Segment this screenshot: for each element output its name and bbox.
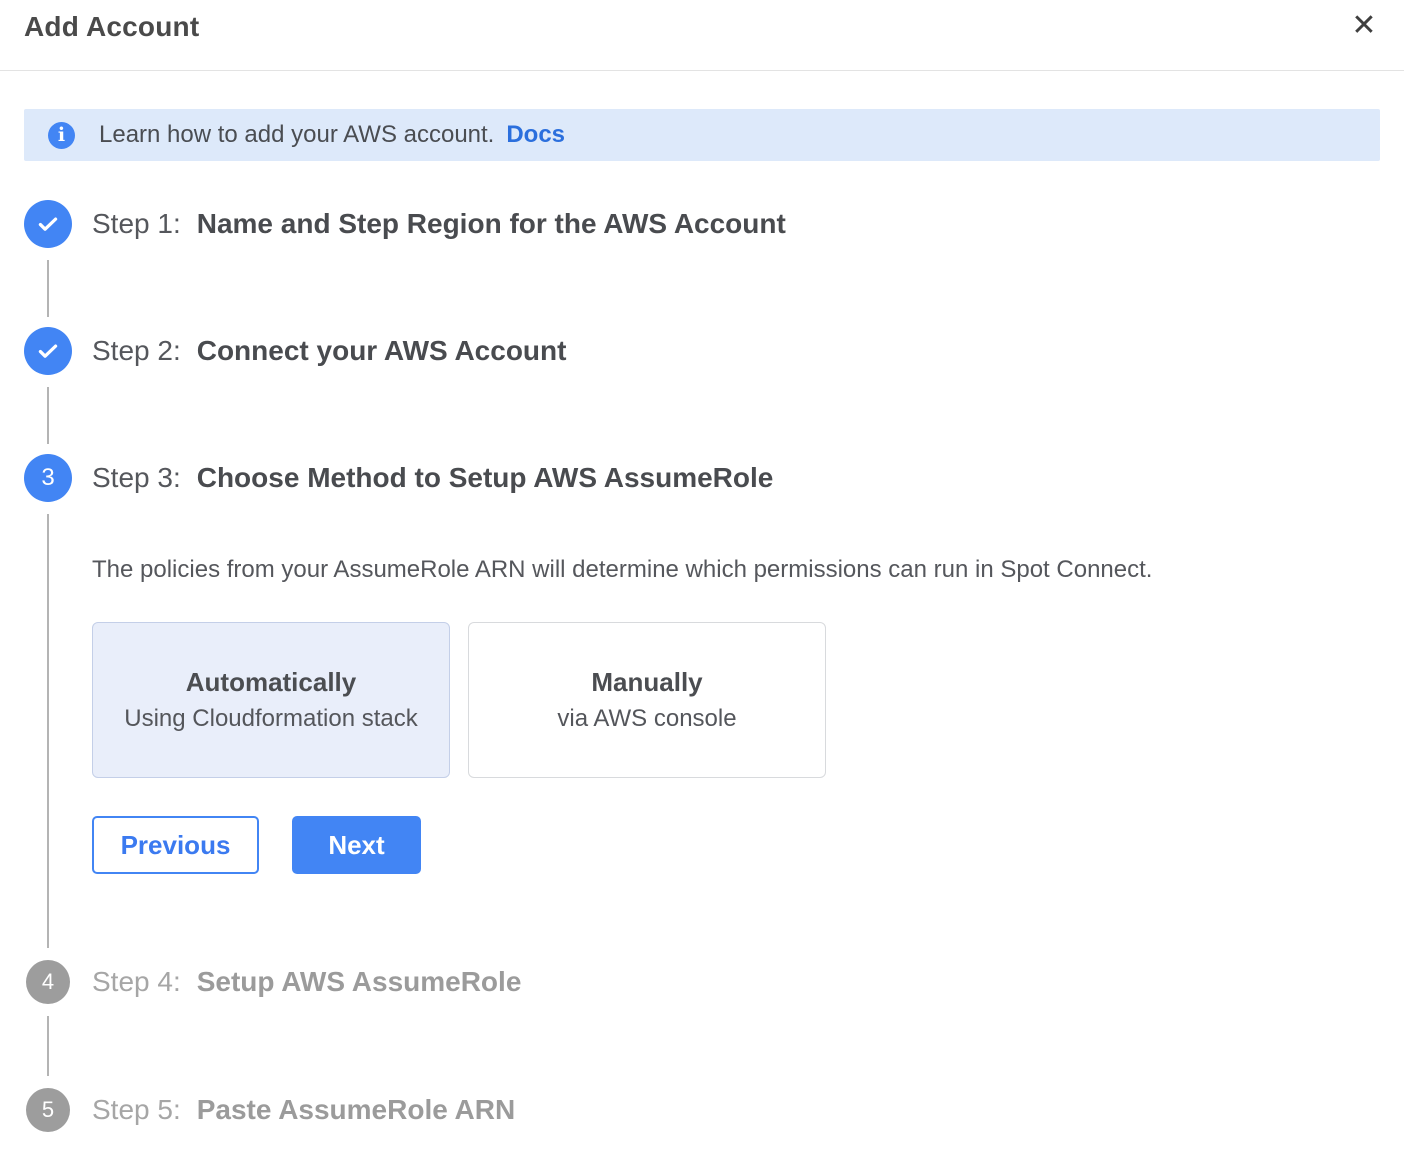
step-5-number-badge: 5	[26, 1088, 70, 1132]
banner-text: Learn how to add your AWS account.	[99, 121, 494, 149]
close-icon[interactable]: ✕	[1342, 4, 1386, 48]
step-2-rail	[24, 327, 72, 454]
step-2-title: Connect your AWS Account	[197, 335, 567, 366]
step-1-heading: Step 1: Name and Step Region for the AWS …	[92, 200, 1380, 248]
step-5-rail: 5	[24, 1086, 72, 1157]
step-5-heading: Step 5: Paste AssumeRole ARN	[92, 1086, 1380, 1134]
checkmark-icon	[35, 338, 61, 364]
step-2-heading: Step 2: Connect your AWS Account	[92, 327, 1380, 375]
page-title: Add Account	[24, 11, 199, 43]
stepper: Step 1: Name and Step Region for the AWS …	[0, 200, 1404, 1157]
step-4-label: Step 4:	[92, 966, 181, 997]
step-1-rail	[24, 200, 72, 327]
step-3-description: The policies from your AssumeRole ARN wi…	[92, 556, 1380, 584]
method-card-manually[interactable]: Manually via AWS console	[468, 622, 826, 778]
checkmark-icon	[35, 211, 61, 237]
step-2: Step 2: Connect your AWS Account	[24, 327, 1380, 454]
step-4-number-badge: 4	[26, 960, 70, 1004]
docs-link[interactable]: Docs	[506, 121, 565, 149]
previous-button[interactable]: Previous	[92, 816, 259, 874]
method-title: Manually	[591, 667, 702, 698]
step-4-heading: Step 4: Setup AWS AssumeRole	[92, 958, 1380, 1006]
step-connector	[47, 1016, 49, 1076]
method-cards: Automatically Using Cloudformation stack…	[92, 622, 1380, 778]
info-banner: i Learn how to add your AWS account. Doc…	[24, 109, 1380, 161]
step-2-label: Step 2:	[92, 335, 181, 366]
step-1: Step 1: Name and Step Region for the AWS …	[24, 200, 1380, 327]
step-3-heading: Step 3: Choose Method to Setup AWS Assume…	[92, 454, 1380, 502]
step-4-title: Setup AWS AssumeRole	[197, 966, 522, 997]
step-3: 3 Step 3: Choose Method to Setup AWS Assu…	[24, 454, 1380, 958]
modal-header: Add Account ✕	[0, 0, 1404, 71]
step-5-title: Paste AssumeRole ARN	[197, 1094, 515, 1125]
step-5-label: Step 5:	[92, 1094, 181, 1125]
step-3-rail: 3	[24, 454, 72, 958]
step-connector	[47, 514, 49, 948]
step-2-complete-icon	[24, 327, 72, 375]
add-account-modal: Add Account ✕ i Learn how to add your AW…	[0, 0, 1404, 1159]
step-3-title: Choose Method to Setup AWS AssumeRole	[197, 462, 774, 493]
step-connector	[47, 260, 49, 317]
step-1-label: Step 1:	[92, 208, 181, 239]
step-connector	[47, 387, 49, 444]
step-3-actions: Previous Next	[92, 816, 1380, 874]
method-subtitle: via AWS console	[557, 705, 736, 733]
step-4-rail: 4	[24, 958, 72, 1086]
step-3-label: Step 3:	[92, 462, 181, 493]
step-1-complete-icon	[24, 200, 72, 248]
step-3-number-badge: 3	[24, 454, 72, 502]
method-card-automatically[interactable]: Automatically Using Cloudformation stack	[92, 622, 450, 778]
step-1-title: Name and Step Region for the AWS Account	[197, 208, 786, 239]
next-button[interactable]: Next	[292, 816, 421, 874]
info-icon: i	[48, 122, 75, 149]
method-title: Automatically	[186, 667, 357, 698]
step-5: 5 Step 5: Paste AssumeRole ARN	[24, 1086, 1380, 1157]
method-subtitle: Using Cloudformation stack	[124, 705, 417, 733]
step-4: 4 Step 4: Setup AWS AssumeRole	[24, 958, 1380, 1086]
